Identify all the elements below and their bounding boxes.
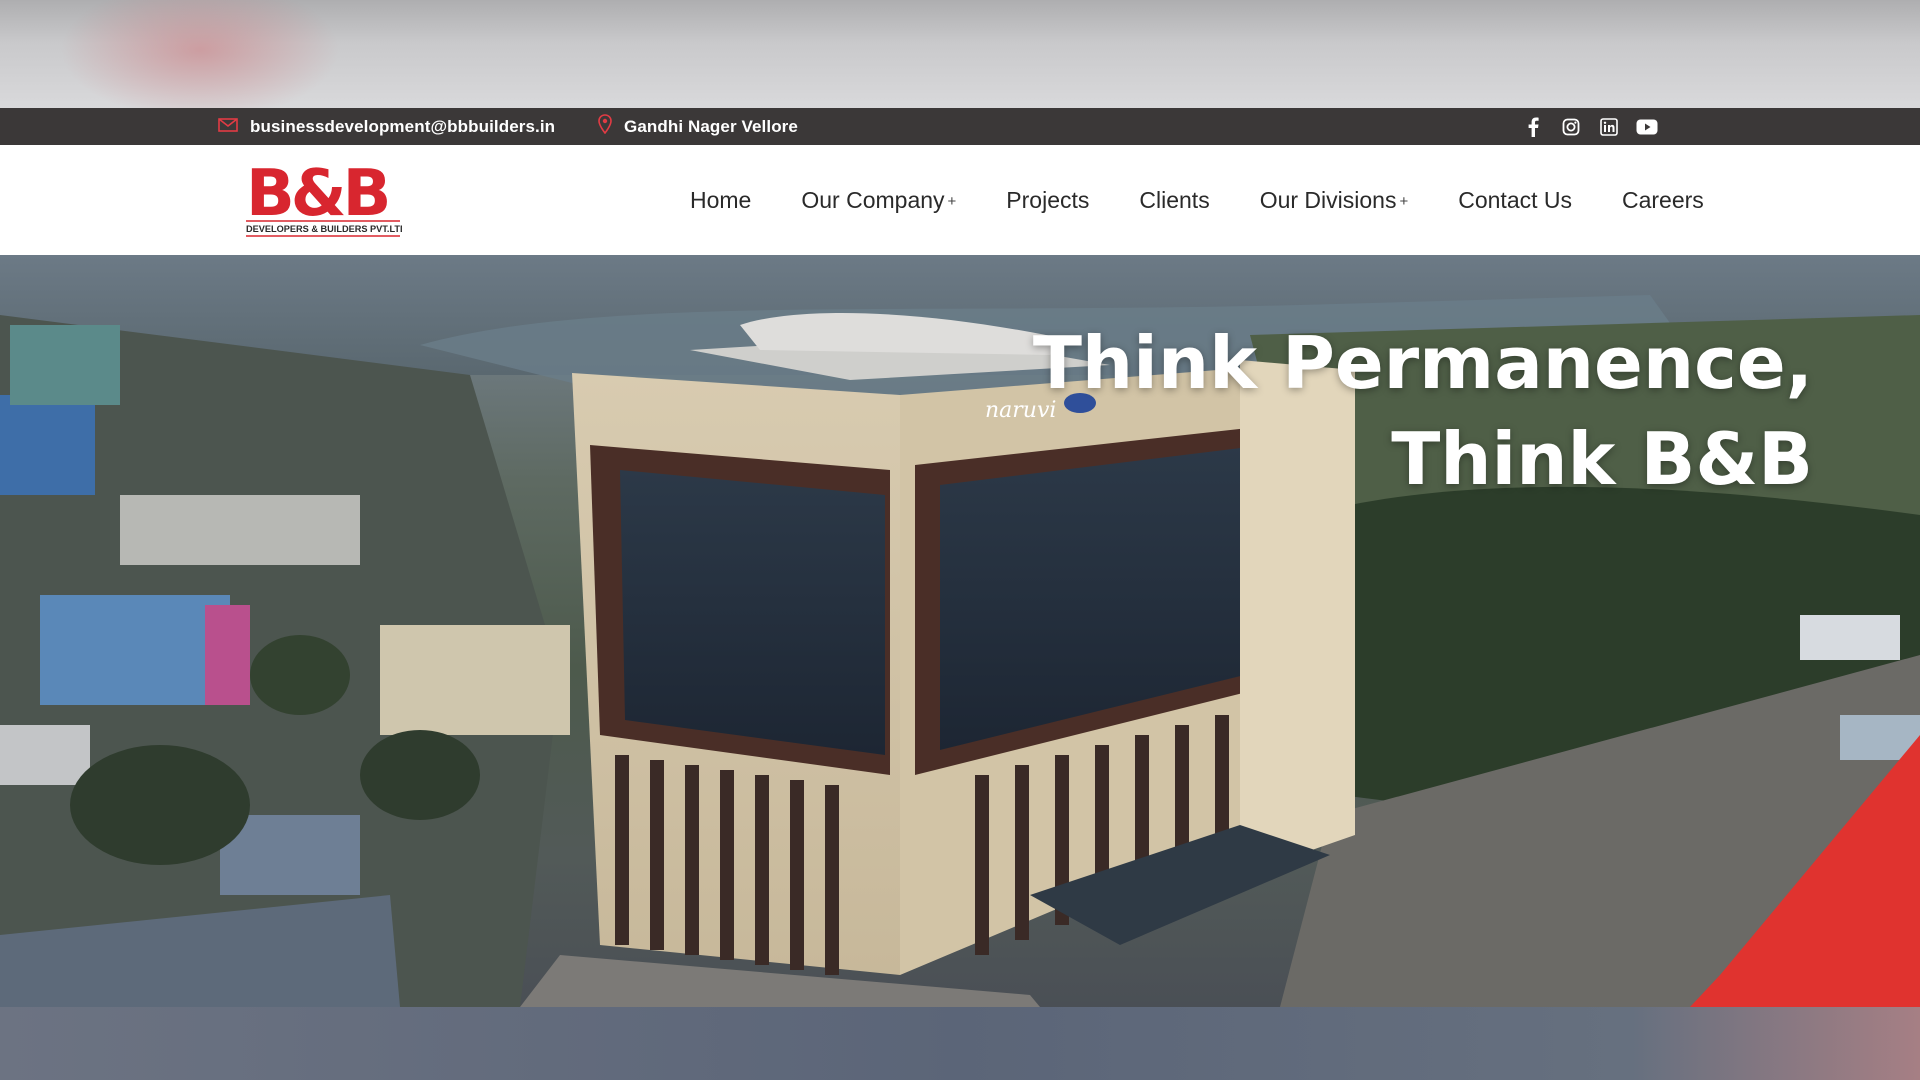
nav-clients[interactable]: Clients	[1139, 187, 1209, 214]
submenu-plus-icon[interactable]: +	[1399, 193, 1408, 210]
linkedin-icon[interactable]	[1598, 116, 1620, 138]
location-text: Gandhi Nager Vellore	[624, 116, 798, 136]
top-info-bar: businessdevelopment@bbbuilders.in Gandhi…	[0, 108, 1920, 145]
primary-nav: Home Our Company + Projects Clients Our …	[690, 145, 1754, 255]
nav-our-divisions[interactable]: Our Divisions +	[1260, 187, 1409, 214]
facebook-icon[interactable]	[1522, 116, 1544, 138]
nav-home[interactable]: Home	[690, 187, 751, 214]
nav-projects[interactable]: Projects	[1006, 187, 1089, 214]
nav-careers[interactable]: Careers	[1622, 187, 1704, 214]
social-links	[1522, 116, 1658, 138]
browser-backdrop	[0, 0, 1920, 108]
location-contact: Gandhi Nager Vellore	[598, 114, 798, 139]
hero-headline-line2: Think B&B	[1391, 417, 1813, 501]
instagram-icon[interactable]	[1560, 116, 1582, 138]
company-logo[interactable]: B&B DEVELOPERS & BUILDERS PVT.LTD.	[246, 157, 409, 239]
logo-tagline: DEVELOPERS & BUILDERS PVT.LTD.	[246, 224, 402, 234]
logo-mark: B&B	[246, 157, 388, 231]
submenu-plus-icon[interactable]: +	[948, 193, 957, 210]
hero-banner: naruvi Think Permanence, Think B&B	[0, 255, 1920, 1007]
email-contact[interactable]: businessdevelopment@bbbuilders.in	[218, 117, 555, 137]
hero-headline: Think Permanence, Think B&B	[1033, 315, 1813, 507]
map-pin-icon	[598, 114, 612, 139]
main-navbar: B&B DEVELOPERS & BUILDERS PVT.LTD. Home …	[0, 145, 1920, 255]
email-text[interactable]: businessdevelopment@bbbuilders.in	[250, 117, 555, 137]
nav-our-company[interactable]: Our Company +	[801, 187, 956, 214]
browser-bottom-backdrop	[0, 1007, 1920, 1080]
youtube-icon[interactable]	[1636, 116, 1658, 138]
nav-contact-us[interactable]: Contact Us	[1458, 187, 1572, 214]
mail-icon	[218, 117, 238, 137]
hero-headline-line1: Think Permanence,	[1032, 321, 1813, 405]
